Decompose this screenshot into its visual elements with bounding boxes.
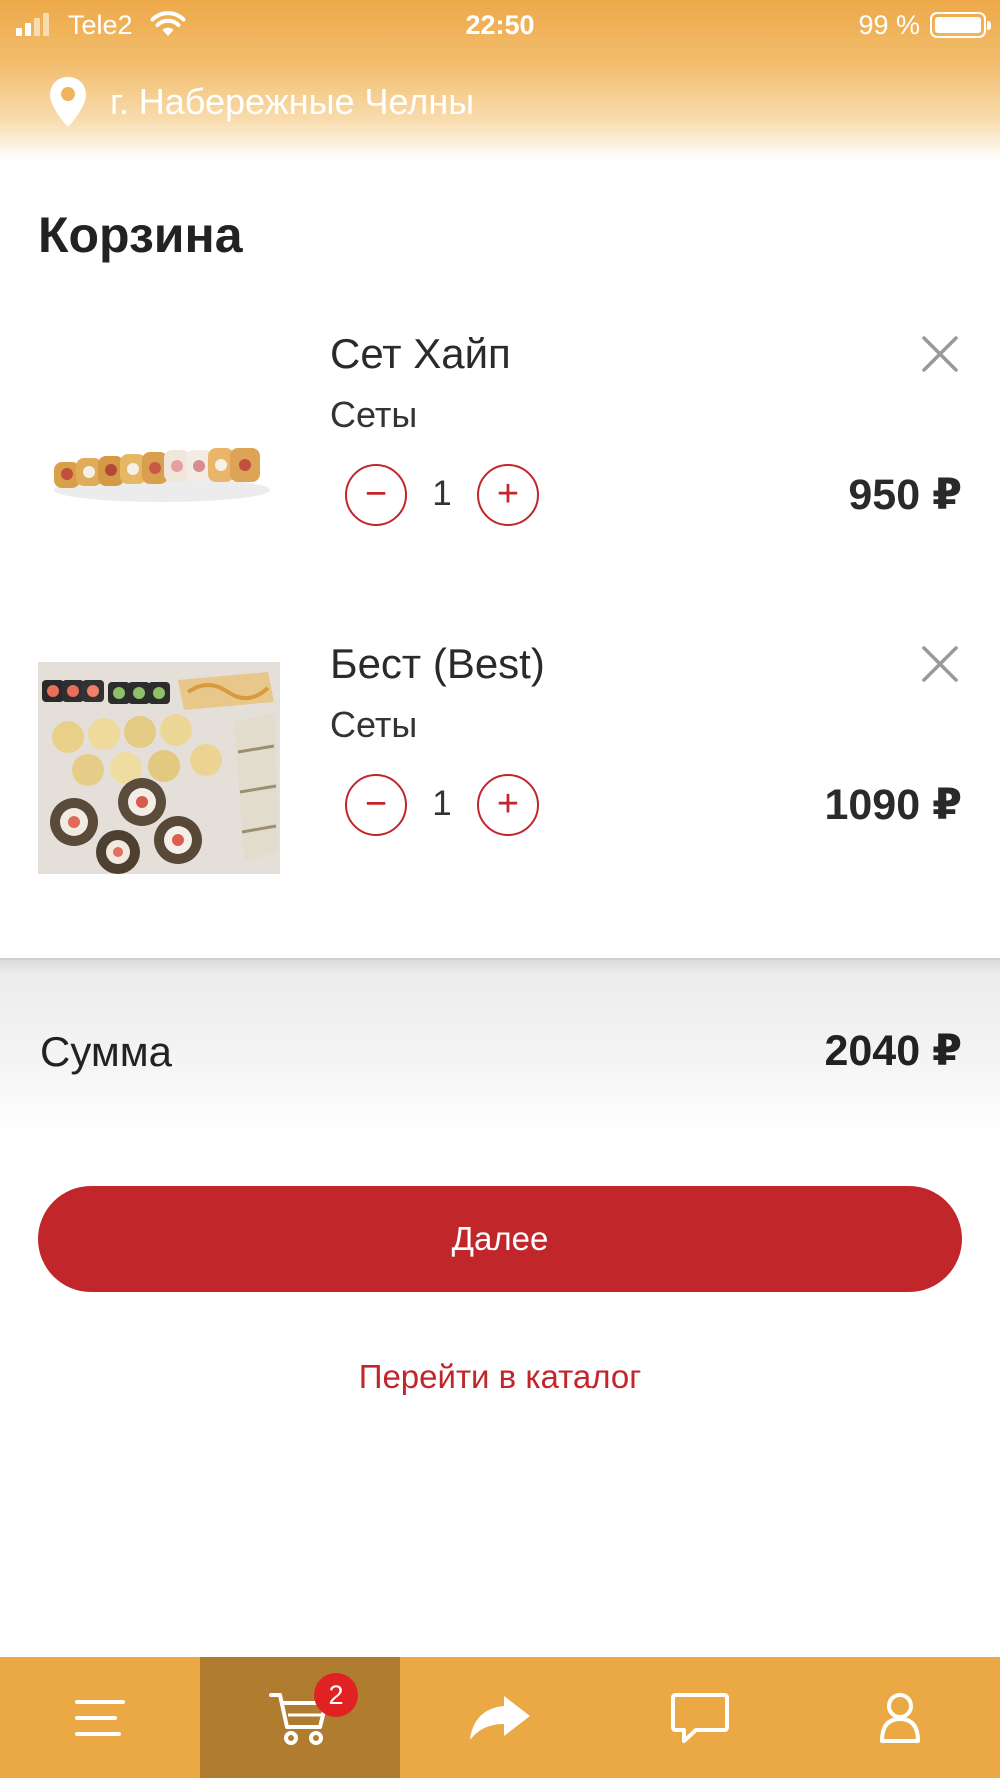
close-icon[interactable] <box>918 332 962 376</box>
next-button[interactable]: Далее <box>38 1186 962 1292</box>
bottom-tab-bar: 2 <box>0 1657 1000 1778</box>
item-price: 950 ₽ <box>848 471 962 519</box>
item-price: 1090 ₽ <box>824 781 962 829</box>
battery-percent: 99 % <box>858 10 920 40</box>
product-image <box>38 352 280 564</box>
tab-menu[interactable] <box>0 1657 200 1778</box>
page-title: Корзина <box>38 207 243 263</box>
user-icon <box>880 1692 920 1743</box>
cart-item: Сет Хайп Сеты − 1 + 950 ₽ <box>0 316 1000 576</box>
quantity-value: 1 <box>432 474 452 513</box>
chat-icon <box>671 1692 729 1743</box>
decrease-quantity-button[interactable]: − <box>345 464 407 526</box>
status-bar: Tele2 22:50 99 % <box>0 0 1000 50</box>
clock: 22:50 <box>465 10 535 40</box>
share-icon <box>470 1695 530 1740</box>
increase-quantity-button[interactable]: + <box>477 464 539 526</box>
cart-item: Бест (Best) Сеты − 1 + 1090 ₽ <box>0 626 1000 886</box>
item-category: Сеты <box>330 394 418 435</box>
battery-icon <box>930 12 991 38</box>
increase-quantity-button[interactable]: + <box>477 774 539 836</box>
sum-total: 2040 ₽ <box>824 1027 962 1075</box>
menu-icon <box>75 1699 125 1736</box>
item-name: Бест (Best) <box>330 640 545 687</box>
cart-count-badge: 2 <box>314 1673 358 1717</box>
go-to-catalog-link[interactable]: Перейти в каталог <box>0 1358 1000 1396</box>
sum-label: Сумма <box>40 1028 172 1075</box>
decrease-quantity-button[interactable]: − <box>345 774 407 836</box>
app-header: Tele2 22:50 99 % г. Набережные Челны <box>0 0 1000 160</box>
product-image <box>38 662 280 874</box>
order-summary: Сумма 2040 ₽ <box>0 958 1000 1138</box>
location-label: г. Набережные Челны <box>110 81 475 122</box>
location-pin-icon <box>50 77 86 127</box>
location-selector[interactable]: г. Набережные Челны <box>48 75 474 129</box>
tab-chat[interactable] <box>600 1657 800 1778</box>
item-name: Сет Хайп <box>330 330 511 377</box>
tab-share[interactable] <box>400 1657 600 1778</box>
item-category: Сеты <box>330 704 418 745</box>
tab-profile[interactable] <box>800 1657 1000 1778</box>
quantity-value: 1 <box>432 784 452 823</box>
tab-cart[interactable]: 2 <box>200 1657 400 1778</box>
close-icon[interactable] <box>918 642 962 686</box>
